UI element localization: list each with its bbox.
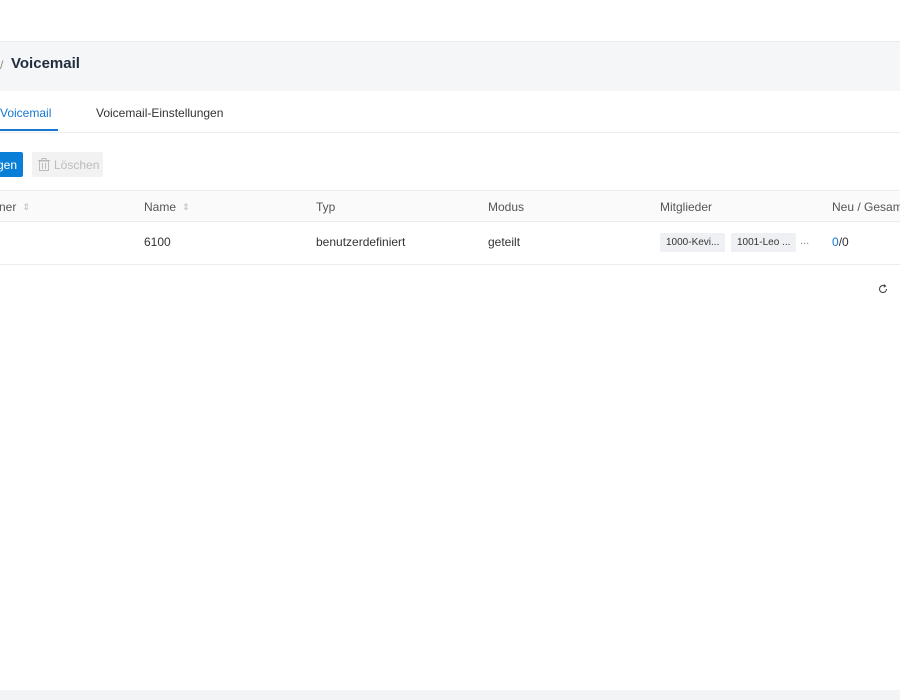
total-count: /0 [838,235,849,249]
breadcrumb-separator: / [0,58,4,72]
delete-button[interactable]: Löschen [32,152,103,177]
footer-bar [0,690,900,700]
column-header-members: Mitglieder [660,200,713,214]
member-tag: 1000-Kevi... [660,233,726,252]
new-count-link[interactable]: 0 [832,235,839,249]
cell-mode: geteilt [488,235,521,249]
column-header-new-total: Neu / Gesamt [832,200,900,214]
add-button[interactable]: gen [0,152,23,177]
refresh-icon[interactable] [878,284,888,294]
member-tag: 1001-Leo ... [731,233,797,252]
top-bar [0,0,900,42]
column-header-number-label: ner [0,200,17,214]
table-row[interactable]: 6100 benutzerdefiniert geteilt 1000-Kevi… [0,221,900,265]
delete-button-label: Löschen [54,157,100,172]
column-header-mode: Modus [488,200,525,214]
column-header-type: Typ [316,200,336,214]
cell-name: 6100 [144,235,171,249]
column-header-name[interactable]: Name ⇕ [144,200,190,214]
tab-bar: Voicemail Voicemail-Einstellungen [0,92,900,133]
breadcrumb: / Voicemail [0,42,900,91]
tab-voicemail[interactable]: Voicemail [0,106,51,120]
active-tab-indicator [0,129,58,131]
page-title: Voicemail [11,55,80,72]
members-more[interactable]: ... [800,235,809,247]
tab-voicemail-settings[interactable]: Voicemail-Einstellungen [96,106,223,120]
sort-icon[interactable]: ⇕ [22,202,30,213]
add-button-label: gen [0,157,17,172]
column-header-name-label: Name [144,200,177,214]
trash-icon [38,158,50,171]
cell-new-total: 0/0 [832,235,849,249]
column-header-number[interactable]: ner ⇕ [0,200,30,214]
cell-type: benutzerdefiniert [316,235,406,249]
sort-icon[interactable]: ⇕ [182,202,190,213]
table-header: ner ⇕ Name ⇕ Typ Modus Mitglieder Neu / Ge… [0,190,900,222]
